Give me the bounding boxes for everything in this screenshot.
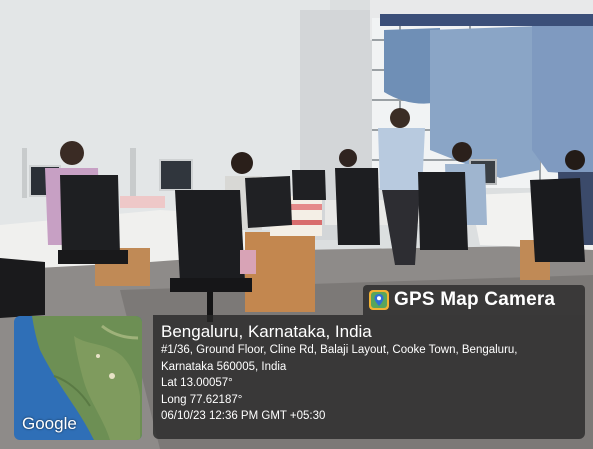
- map-thumbnail: Google: [14, 316, 142, 440]
- curtain-right: [532, 24, 593, 175]
- photo-frame: GPS Map Camera Google Bengaluru, Karnata…: [0, 0, 593, 449]
- chair-3: [245, 176, 292, 228]
- chair-foreground: [0, 258, 45, 318]
- files: [120, 196, 165, 208]
- person-3-head: [390, 108, 410, 128]
- map-pin-icon: [369, 290, 389, 310]
- chair-4: [292, 170, 326, 200]
- curtain-rod: [380, 14, 593, 26]
- chair-7: [530, 178, 585, 262]
- person-1-head: [60, 141, 84, 165]
- address-line-1: #1/36, Ground Floor, Cline Rd, Balaji La…: [161, 344, 518, 356]
- location-info-panel: Bengaluru, Karnataka, India #1/36, Groun…: [153, 315, 585, 439]
- person-5-head: [565, 150, 585, 170]
- location-title: Bengaluru, Karnataka, India: [161, 322, 372, 341]
- latitude: Lat 13.00057°: [161, 377, 233, 389]
- chair-1: [60, 175, 120, 255]
- lamp-stand: [130, 148, 136, 196]
- person-3-body: [378, 128, 425, 190]
- chair-6: [418, 172, 468, 250]
- app-badge: GPS Map Camera: [363, 285, 585, 315]
- address-line-2: Karnataka 560005, India: [161, 360, 287, 373]
- longitude: Long 77.62187°: [161, 393, 243, 406]
- google-logo: Google: [22, 414, 77, 433]
- app-name: GPS Map Camera: [394, 289, 556, 310]
- monitor-2: [159, 159, 193, 191]
- chair-2: [175, 190, 245, 282]
- bag: [240, 250, 256, 274]
- chair-5: [335, 168, 380, 245]
- curtain-center: [430, 26, 540, 178]
- person-4-head: [452, 142, 472, 162]
- person-2-head: [231, 152, 253, 174]
- timestamp: 06/10/23 12:36 PM GMT +05:30: [161, 410, 326, 422]
